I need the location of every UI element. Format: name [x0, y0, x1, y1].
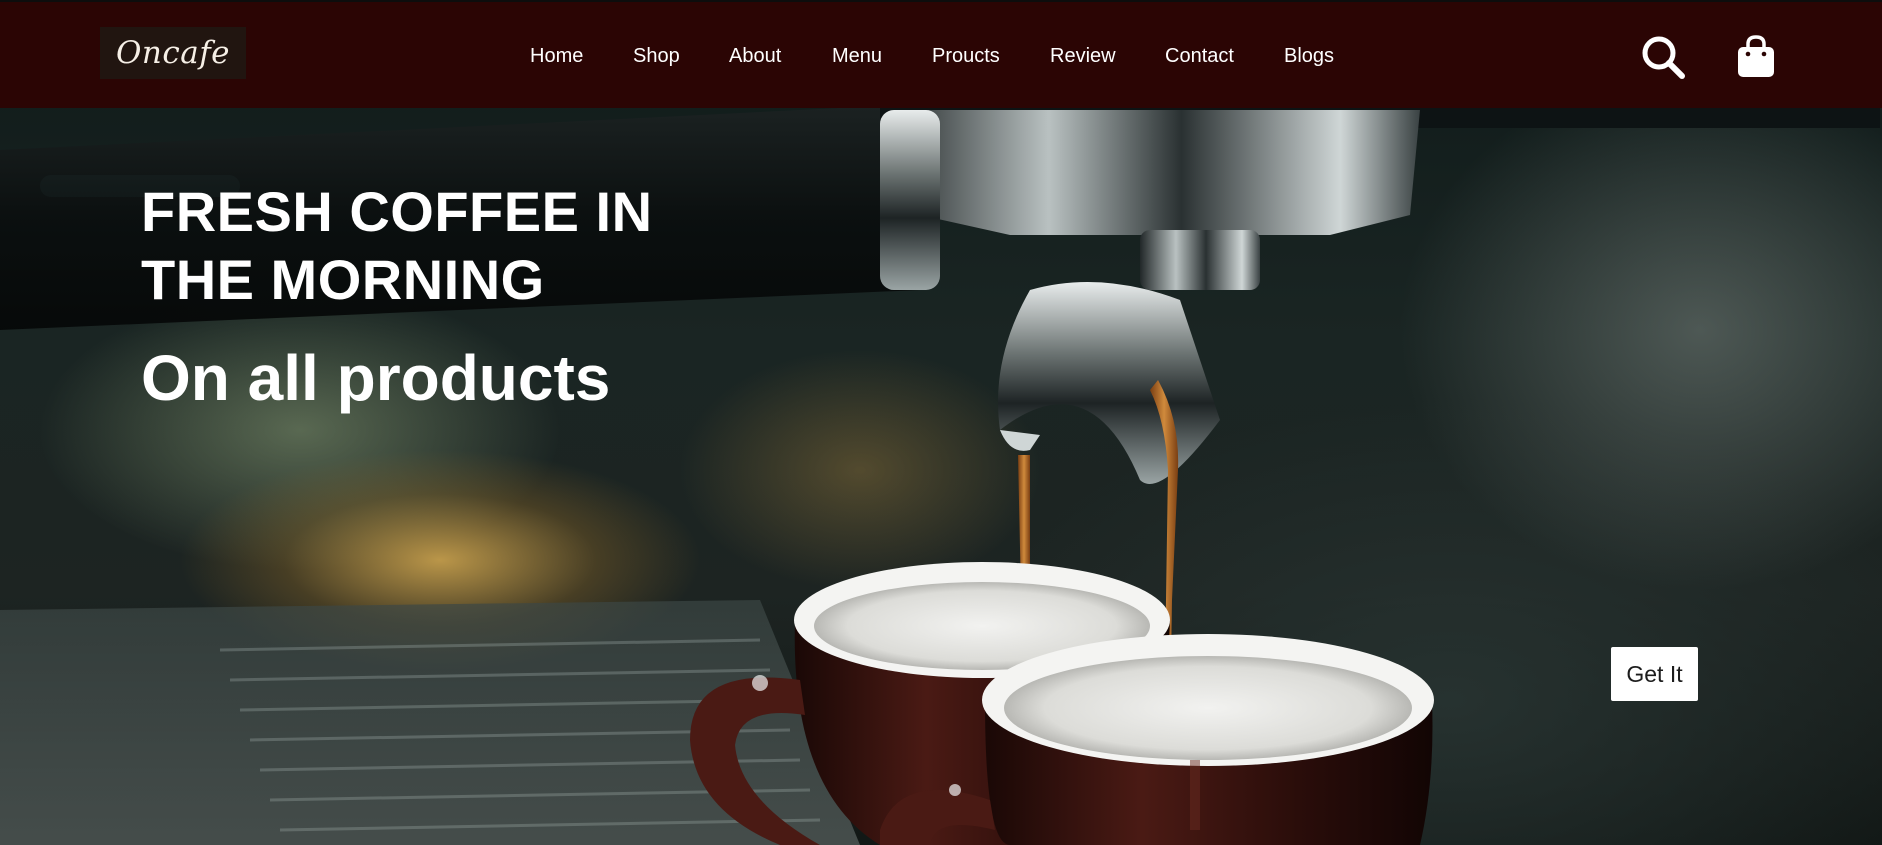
- brand-logo-text: Oncafe: [115, 35, 231, 71]
- shopping-bag-icon[interactable]: [1737, 34, 1775, 78]
- nav-item-products[interactable]: Proucts: [932, 44, 1000, 68]
- nav-item-blogs[interactable]: Blogs: [1284, 44, 1334, 68]
- hero-background: [0, 0, 1882, 845]
- brand-logo[interactable]: Oncafe: [100, 27, 246, 79]
- nav-item-contact[interactable]: Contact: [1165, 44, 1234, 68]
- get-it-button[interactable]: Get It: [1611, 647, 1698, 701]
- nav-item-menu[interactable]: Menu: [832, 44, 882, 68]
- navbar: Oncafe Home Shop About Menu Proucts Revi…: [0, 2, 1882, 108]
- espresso-machine-illustration: [0, 105, 1880, 845]
- nav-item-shop[interactable]: Shop: [633, 44, 680, 68]
- hero-headline: FRESH COFFEE IN THE MORNING: [141, 180, 653, 311]
- nav-item-review[interactable]: Review: [1050, 44, 1116, 68]
- hero-subheadline: On all products: [141, 342, 611, 414]
- nav-item-home[interactable]: Home: [530, 44, 583, 68]
- search-icon[interactable]: [1640, 34, 1686, 80]
- nav-item-about[interactable]: About: [729, 44, 781, 68]
